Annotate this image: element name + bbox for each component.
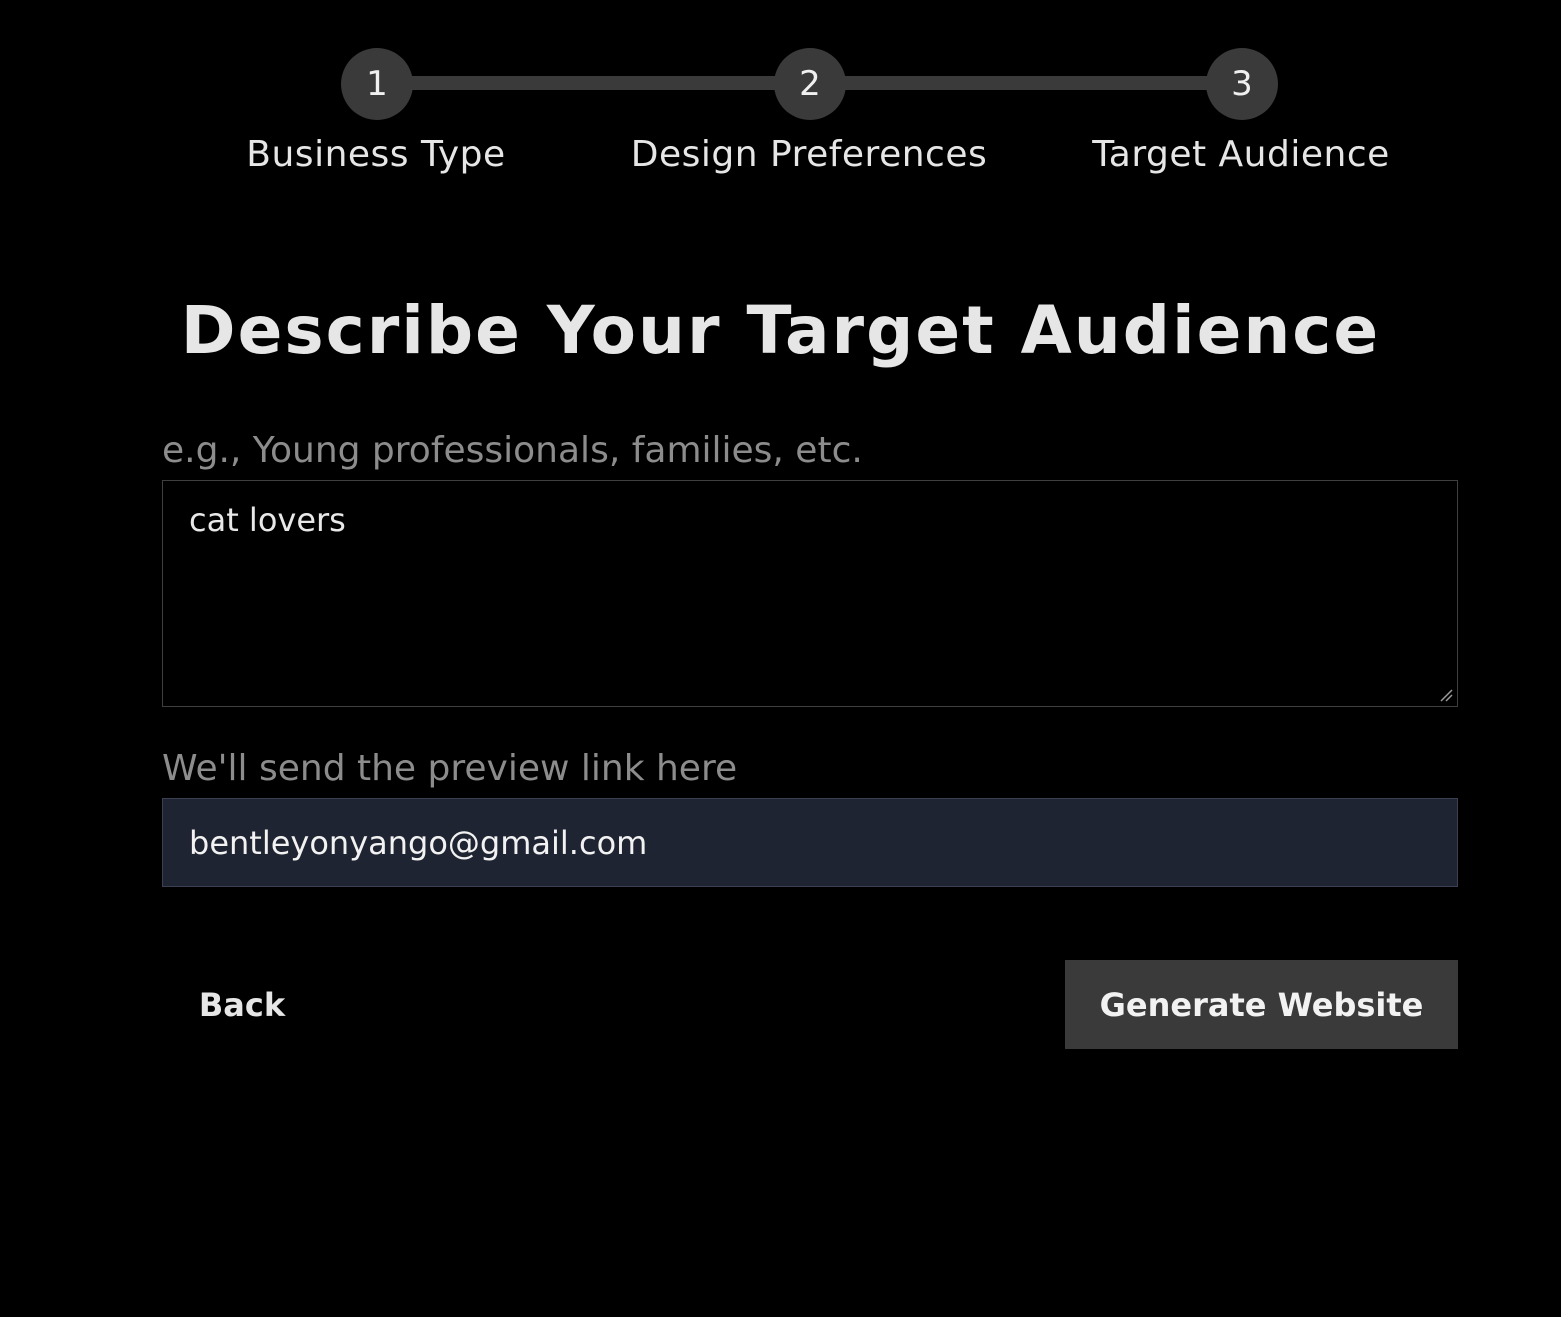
step-connector-1-2 (376, 76, 810, 90)
step-2-label: Design Preferences (630, 134, 988, 175)
email-value: bentleyonyango@gmail.com (189, 823, 648, 862)
back-button[interactable]: Back (162, 960, 322, 1049)
step-1-label: Business Type (246, 134, 506, 175)
step-1-indicator: 1 (341, 48, 413, 120)
generate-website-button[interactable]: Generate Website (1065, 960, 1458, 1049)
resize-handle-icon[interactable] (1439, 688, 1453, 702)
audience-field-label: e.g., Young professionals, families, etc… (162, 430, 863, 471)
page: 1 2 3 Business Type Design Preferences T… (0, 0, 1561, 1317)
email-field-label: We'll send the preview link here (162, 748, 738, 789)
step-2-indicator: 2 (774, 48, 846, 120)
progress-stepper: 1 2 3 Business Type Design Preferences T… (0, 0, 1561, 200)
email-input[interactable]: bentleyonyango@gmail.com (162, 798, 1458, 887)
target-audience-value: cat lovers (189, 501, 346, 539)
step-connector-2-3 (810, 76, 1242, 90)
step-3-label: Target Audience (1092, 134, 1390, 175)
page-title: Describe Your Target Audience (180, 292, 1381, 369)
target-audience-textarea[interactable]: cat lovers (162, 480, 1458, 707)
step-3-indicator: 3 (1206, 48, 1278, 120)
